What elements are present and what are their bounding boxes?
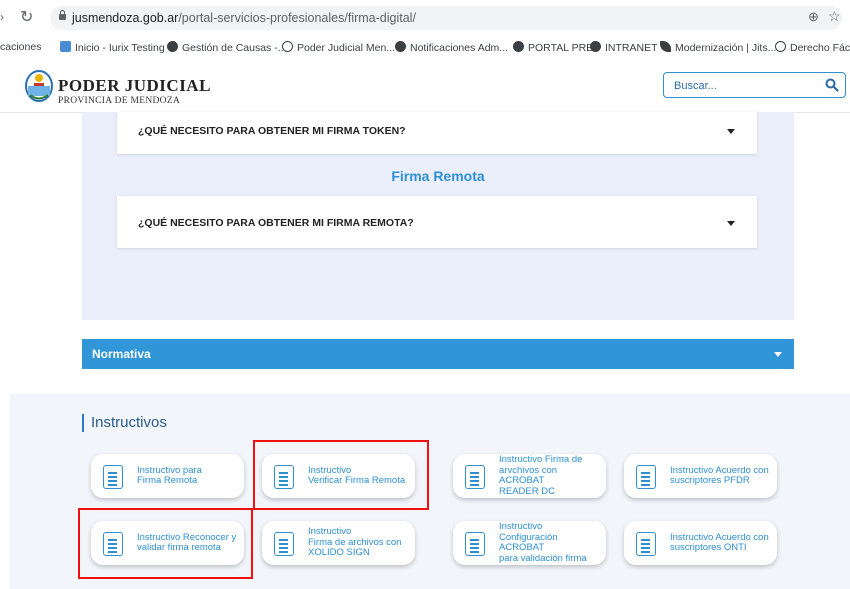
- card-label-line: para validación firma: [499, 552, 587, 564]
- document-icon: [103, 465, 123, 489]
- browser-address-bar: › ↻ jusmendoza.gob.ar/portal-servicios-p…: [0, 0, 850, 36]
- bookmark-item[interactable]: caciones: [0, 41, 41, 53]
- globe-icon: [590, 41, 601, 52]
- search-box: [663, 72, 846, 98]
- card-label-line: suscriptores PFDR: [670, 475, 750, 486]
- card-label-line: arvchivos con ACROBAT: [499, 464, 558, 486]
- accordion-item-label: ¿QUÉ NECESITO PARA OBTENER MI FIRMA TOKE…: [138, 125, 406, 137]
- zoom-icon[interactable]: ⊕: [808, 9, 819, 25]
- caret-down-icon: [727, 129, 735, 134]
- lock-shackle-icon: [60, 10, 65, 15]
- card-label-line: READER DC: [499, 485, 555, 497]
- highlight-box-verificar: [253, 440, 429, 510]
- instructivo-card-acrobat-reader[interactable]: Instructivo Firma de arvchivos con ACROBA…: [453, 454, 606, 498]
- bookmark-item[interactable]: Modernización | Jits...: [660, 41, 776, 54]
- section-title-firma-remota: Firma Remota: [391, 168, 485, 184]
- brand-subtitle: PROVINCIA DE MENDOZA: [58, 96, 181, 106]
- bookmark-item[interactable]: Gestión de Causas -...: [167, 41, 286, 54]
- card-label-line: Instructivo: [499, 521, 543, 532]
- bookmark-favicon-icon: [60, 41, 71, 52]
- bookmark-item[interactable]: Derecho Fácil |: [775, 41, 850, 54]
- brand-title[interactable]: PODER JUDICIAL: [58, 76, 211, 96]
- search-input[interactable]: [672, 77, 816, 95]
- normativa-accordion[interactable]: Normativa: [82, 339, 794, 369]
- card-label-line: Configuración ACROBAT: [499, 531, 558, 553]
- card-label-line: suscriptores ONTI: [670, 542, 747, 553]
- instructivos-title: Instructivos: [91, 414, 167, 431]
- bookmarks-bar: caciones Inicio - Iurix Testing Gestión …: [0, 36, 850, 61]
- caret-down-icon: [727, 221, 735, 226]
- title-accent-bar: [82, 414, 84, 432]
- document-icon: [465, 465, 485, 489]
- globe-icon: [395, 41, 406, 52]
- reload-icon[interactable]: ↻: [20, 7, 33, 27]
- bookmark-item[interactable]: PORTAL PRE: [513, 41, 593, 54]
- document-icon: [274, 532, 294, 556]
- globe-icon: [167, 41, 178, 52]
- feather-icon: [660, 41, 671, 52]
- firma-accordion-panel: ¿QUÉ NECESITO PARA OBTENER MI FIRMA TOKE…: [82, 112, 794, 320]
- highlight-box-reconocer: [78, 508, 253, 579]
- bookmark-item[interactable]: Notificaciones Adm...: [395, 41, 508, 54]
- document-icon: [465, 532, 485, 556]
- bookmark-item[interactable]: Inicio - Iurix Testing: [60, 41, 165, 54]
- search-icon[interactable]: [825, 78, 839, 92]
- card-label-line: XOLIDO SIGN: [308, 547, 370, 559]
- poder-judicial-favicon-icon: [282, 41, 293, 52]
- globe-icon: [513, 41, 524, 52]
- instructivo-card-configuracion-acrobat[interactable]: Instructivo Configuración ACROBAT para val…: [453, 521, 606, 565]
- bookmark-star-icon[interactable]: ☆: [828, 8, 841, 25]
- bookmark-item[interactable]: INTRANET: [590, 41, 658, 54]
- accordion-item-label: ¿QUÉ NECESITO PARA OBTENER MI FIRMA REMO…: [138, 217, 414, 229]
- caret-down-icon: [774, 352, 782, 357]
- url-field[interactable]: jusmendoza.gob.ar/portal-servicios-profe…: [50, 6, 842, 30]
- instructivo-card-xolido-sign[interactable]: Instructivo Firma de archivos con XOLIDO S…: [262, 521, 415, 565]
- instructivo-card-firma-remota[interactable]: Instructivo para Firma Remota: [91, 454, 244, 498]
- back-arrow-icon[interactable]: ›: [0, 10, 4, 24]
- bookmark-item[interactable]: Poder Judicial Men...: [282, 41, 395, 54]
- accordion-item-firma-remota[interactable]: ¿QUÉ NECESITO PARA OBTENER MI FIRMA REMO…: [117, 196, 757, 248]
- document-icon: [636, 465, 656, 489]
- mendoza-coat-of-arms-icon[interactable]: [24, 69, 54, 103]
- url-path: /portal-servicios-profesionales/firma-di…: [178, 11, 416, 25]
- instructivo-card-acuerdo-pfdr[interactable]: Instructivo Acuerdo con suscriptores PFDR: [624, 454, 777, 498]
- card-label-line: Instructivo Firma de: [499, 454, 583, 465]
- document-icon: [636, 532, 656, 556]
- instructivo-card-acuerdo-onti[interactable]: Instructivo Acuerdo con suscriptores ONTI: [624, 521, 777, 565]
- derecho-facil-favicon-icon: [775, 41, 786, 52]
- card-label-line: Firma Remota: [137, 475, 198, 486]
- accordion-item-firma-token[interactable]: ¿QUÉ NECESITO PARA OBTENER MI FIRMA TOKE…: [117, 112, 757, 154]
- normativa-label: Normativa: [92, 347, 151, 361]
- url-host: jusmendoza.gob.ar: [72, 11, 179, 25]
